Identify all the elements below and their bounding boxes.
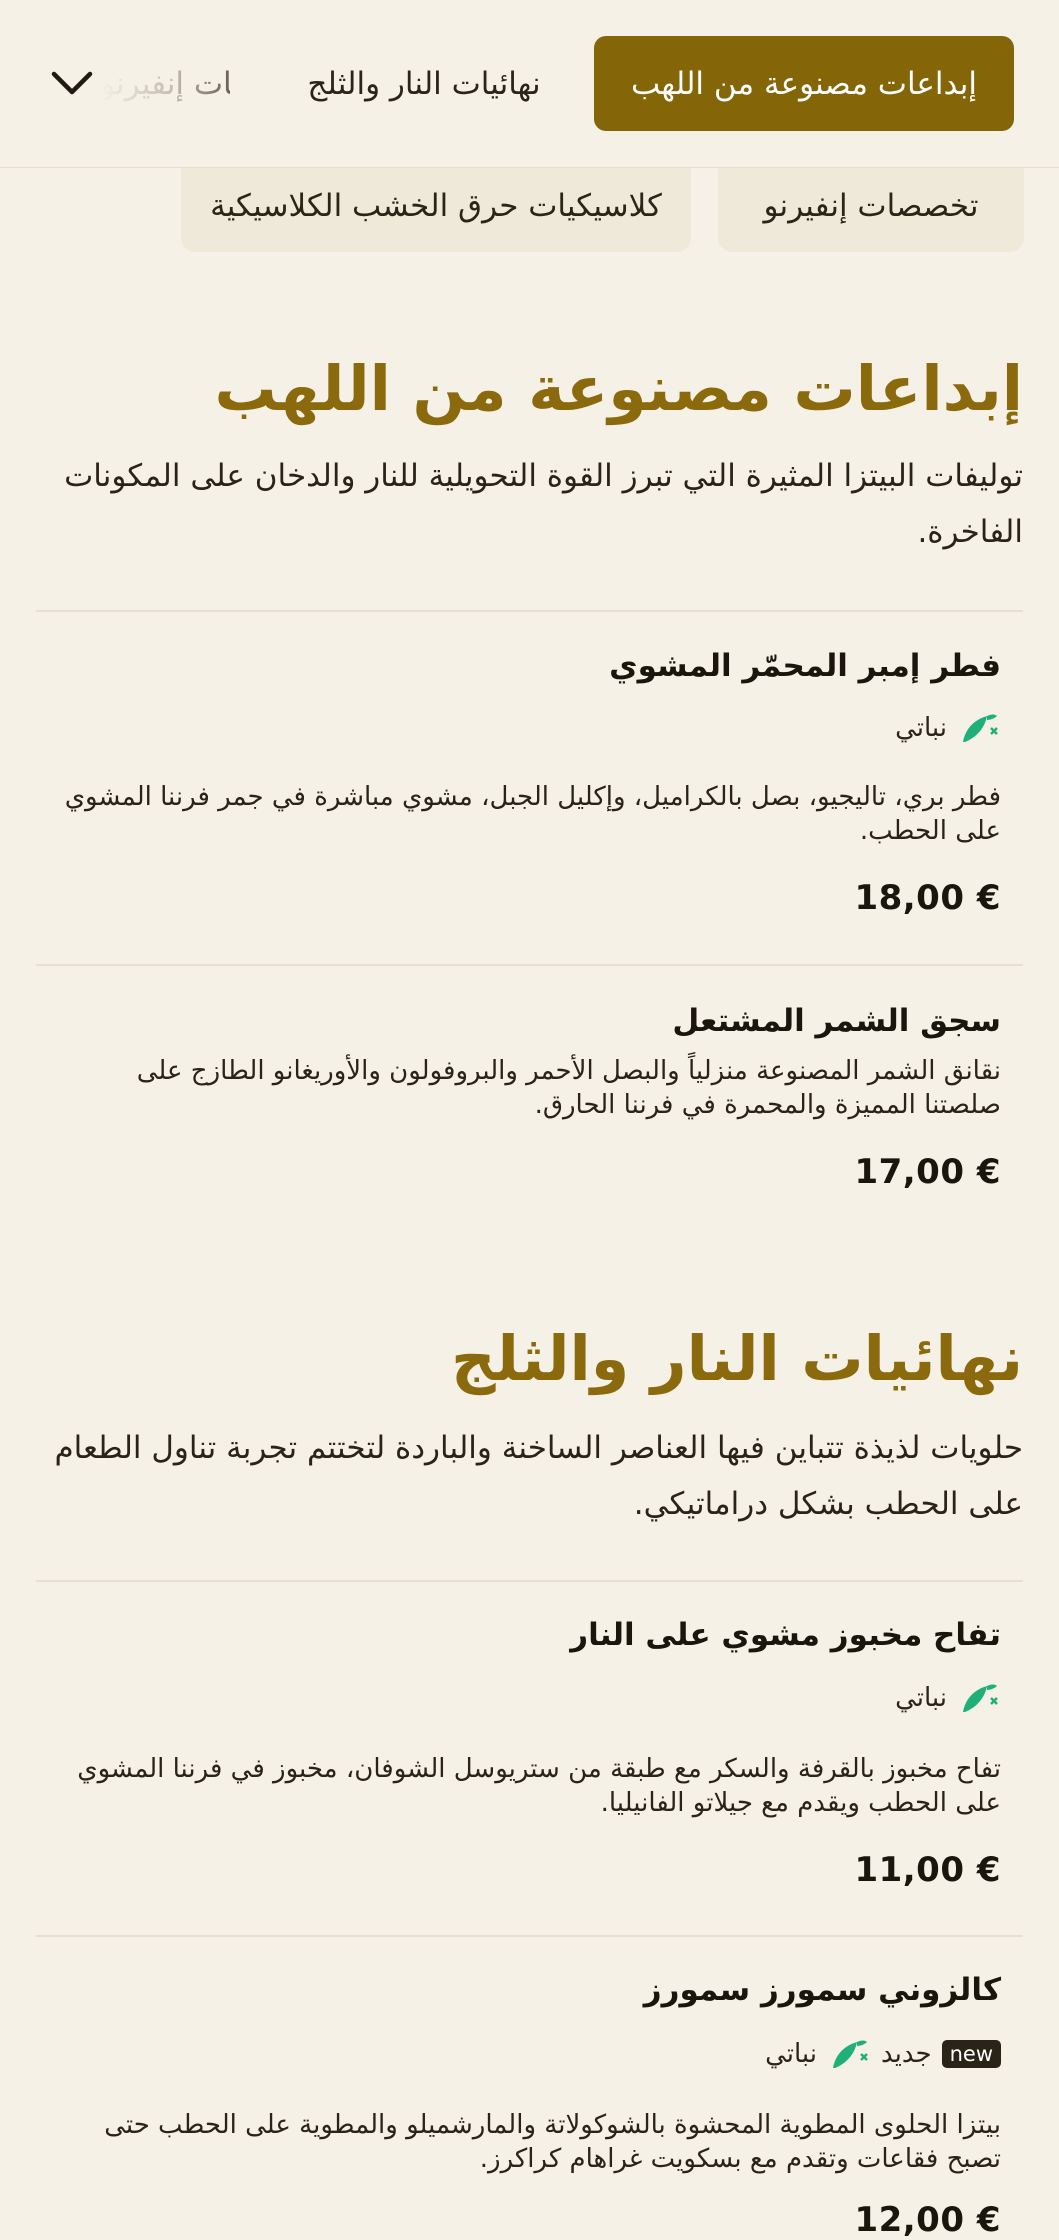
- category-nav: إبداعات مصنوعة من اللهب نهائيات النار وا…: [0, 0, 1059, 168]
- vegetarian-leaf-icon: [963, 714, 998, 742]
- pill-label: كلاسيكيات حرق الخشب الكلاسيكية: [210, 188, 662, 224]
- new-label: جديد: [880, 2039, 932, 2069]
- divider: [36, 1580, 1023, 1582]
- pill-wood-fired-classics[interactable]: كلاسيكيات حرق الخشب الكلاسيكية: [181, 160, 691, 252]
- section-title: نهائيات النار والثلج: [450, 1322, 1023, 1395]
- tab-flame-creations[interactable]: إبداعات مصنوعة من اللهب: [594, 36, 1014, 131]
- new-tag: new جديد: [881, 2039, 1001, 2069]
- vegetarian-label: نباتي: [895, 713, 947, 743]
- tab-label: نهائيات النار والثلج: [307, 65, 541, 102]
- item-name: سجق الشمر المشتعل: [672, 1003, 1001, 1039]
- pill-label: تخصصات إنفيرنو: [763, 188, 979, 224]
- new-badge: new: [941, 2040, 1001, 2068]
- item-name: كالزوني سمورز سمورز: [643, 1972, 1001, 2008]
- item-description: فطر بري، تاليجيو، بصل بالكراميل، وإكليل …: [64, 782, 1001, 846]
- item-description: نقانق الشمر المصنوعة منزلياً والبصل الأح…: [136, 1056, 1001, 1120]
- tab-fire-and-ice-finales[interactable]: نهائيات النار والثلج: [279, 36, 569, 131]
- item-description: بيتزا الحلوى المطوية المحشوة بالشوكولاتة…: [104, 2110, 1001, 2174]
- pill-inferno-specialties[interactable]: تخصصات إنفيرنو: [718, 160, 1024, 252]
- divider: [36, 1935, 1023, 1937]
- section-description: حلويات لذيذة تتباين فيها العناصر الساخنة…: [54, 1430, 1023, 1522]
- section-title: إبداعات مصنوعة من اللهب: [214, 352, 1023, 425]
- vegetarian-label: نباتي: [765, 2039, 817, 2069]
- item-price: 17,00 €: [854, 1152, 1001, 1192]
- item-price: 12,00 €: [854, 2200, 1001, 2240]
- item-tags: new جديد نباتي: [765, 2034, 1001, 2074]
- chevron-down-icon[interactable]: [45, 56, 99, 110]
- item-price: 11,00 €: [854, 1850, 1001, 1890]
- tab-label: تخصصات إنفيرنو: [100, 65, 230, 102]
- vegetarian-leaf-icon: [832, 2040, 868, 2068]
- item-name: تفاح مخبوز مشوي على النار: [570, 1617, 1001, 1653]
- vegetarian-tag: نباتي: [895, 708, 1001, 748]
- tab-label: إبداعات مصنوعة من اللهب: [630, 65, 978, 102]
- item-name: فطر إمبر المحمّر المشوي: [609, 648, 1001, 684]
- vegetarian-tag: نباتي: [765, 2034, 871, 2074]
- item-tags: نباتي: [895, 708, 1001, 748]
- vegetarian-label: نباتي: [895, 1683, 947, 1713]
- item-tags: نباتي: [895, 1678, 1001, 1718]
- vegetarian-leaf-icon: [963, 1684, 998, 1712]
- vegetarian-tag: نباتي: [895, 1678, 1001, 1718]
- divider: [36, 964, 1023, 966]
- item-price: 18,00 €: [854, 878, 1001, 918]
- item-description: تفاح مخبوز بالقرفة والسكر مع طبقة من ستر…: [77, 1754, 1001, 1818]
- tab-inferno-specialties[interactable]: تخصصات إنفيرنو: [100, 36, 230, 131]
- divider: [36, 610, 1023, 612]
- section-description: توليفات البيتزا المثيرة التي تبرز القوة …: [64, 458, 1023, 550]
